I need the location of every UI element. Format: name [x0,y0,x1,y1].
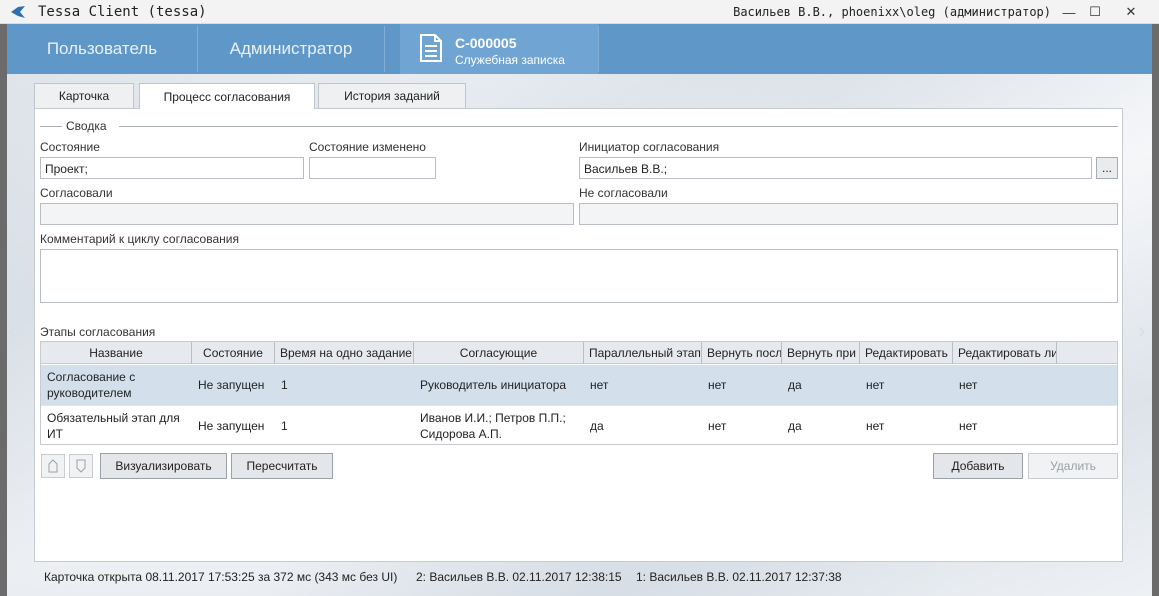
state-field[interactable]: Проект; [40,157,304,179]
cell-return-after: нет [708,378,727,392]
title-bar: Tessa Client (tessa) Васильев В.В., phoe… [0,0,1159,24]
state-label: Состояние [40,140,100,154]
column-header-time[interactable]: Время на одно задание [275,342,414,364]
move-up-icon [48,459,58,473]
delete-button[interactable]: Удалить [1028,453,1118,479]
column-header-return-on[interactable]: Вернуть при [782,342,860,364]
move-down-icon [76,459,86,473]
group-line [119,126,1118,127]
initiator-label: Инициатор согласования [579,140,720,154]
approved-label: Согласовали [40,186,113,200]
cell-approvers: Руководитель инициатора [420,378,567,392]
arrow-right-icon[interactable]: › [1138,318,1145,344]
state-changed-label: Состояние изменено [309,140,426,154]
top-navigation: Пользователь Администратор C-000005 Служ… [7,24,1152,74]
tab-approval-process[interactable]: Процесс согласования [139,83,315,109]
cell-parallel: да [590,419,604,433]
comment-label: Комментарий к циклу согласования [40,232,239,246]
stages-table: Название Состояние Время на одно задание… [40,341,1118,445]
workspace: Пользователь Администратор C-000005 Служ… [7,24,1152,596]
cell-time: 1 [281,419,288,433]
cell-edit: нет [866,419,885,433]
status-bar: Карточка открыта 08.11.2017 17:53:25 за … [7,563,1152,591]
nav-tab-document[interactable]: C-000005 Служебная записка [400,24,598,74]
cell-return-on: да [788,378,802,392]
window-title: Tessa Client (tessa) [38,4,207,20]
status-version-2[interactable]: 2: Васильев В.В. 02.11.2017 12:38:15 [416,570,622,584]
cell-edit-list: нет [959,419,978,433]
cell-edit: нет [866,378,885,392]
recalculate-button[interactable]: Пересчитать [231,453,333,479]
document-icon [420,34,442,62]
comment-textarea[interactable] [40,249,1118,303]
status-version-1[interactable]: 1: Васильев В.В. 02.11.2017 12:37:38 [636,570,842,584]
window-frame: Пользователь Администратор C-000005 Служ… [0,24,1159,596]
add-button[interactable]: Добавить [933,453,1023,479]
nav-tab-user[interactable]: Пользователь [7,24,197,74]
status-opened: Карточка открыта 08.11.2017 17:53:25 за … [44,570,398,584]
document-type: Служебная записка [455,53,565,67]
initiator-field[interactable]: Васильев В.В.; [579,157,1092,179]
move-down-button[interactable] [69,454,93,478]
approval-panel: Сводка Состояние Проект; Состояние измен… [34,108,1123,562]
state-changed-field[interactable] [309,157,436,179]
move-up-button[interactable] [41,454,65,478]
tab-card[interactable]: Карточка [34,83,134,108]
tessa-logo-icon [11,6,25,18]
not-approved-field[interactable] [579,203,1118,225]
column-header-name[interactable]: Название [41,342,192,364]
cell-edit-list: нет [959,378,978,392]
cell-state: Не запущен [198,378,265,392]
close-button[interactable]: ✕ [1117,0,1145,24]
cell-approvers: Иванов И.И.; Петров П.П.; Сидорова А.П. [420,411,566,441]
cell-state: Не запущен [198,419,265,433]
nav-divider [384,26,385,72]
column-header-approvers[interactable]: Согласующие [414,342,584,364]
column-header-return-after[interactable]: Вернуть после [702,342,782,364]
cell-time: 1 [281,378,288,392]
cell-return-on: да [788,419,802,433]
cell-parallel: нет [590,378,609,392]
tab-task-history[interactable]: История заданий [318,83,466,108]
cell-name: Согласование с руководителем [47,370,136,400]
initiator-select-button[interactable]: ... [1096,157,1118,179]
nav-divider [598,26,599,72]
user-info: Васильев В.В., phoenixx\oleg (администра… [733,5,1051,19]
column-header-state[interactable]: Состояние [192,342,275,364]
cell-return-after: нет [708,419,727,433]
group-line [40,126,62,127]
summary-group-label: Сводка [66,119,107,133]
visualize-button[interactable]: Визуализировать [100,453,227,479]
minimize-button[interactable]: — [1055,0,1083,24]
table-header: Название Состояние Время на одно задание… [41,342,1117,364]
column-header-edit[interactable]: Редактировать [860,342,953,364]
nav-tab-admin[interactable]: Администратор [198,24,384,74]
column-header-parallel[interactable]: Параллельный этап [584,342,702,364]
table-row[interactable]: Согласование с руководителем Не запущен … [41,365,1117,405]
maximize-button[interactable]: ☐ [1081,0,1109,24]
stages-label: Этапы согласования [40,325,156,339]
column-header-edit-list[interactable]: Редактировать лист [953,342,1057,364]
table-row[interactable]: Обязательный этап для ИТ Не запущен 1 Ив… [41,405,1117,445]
approved-field[interactable] [40,203,574,225]
document-number: C-000005 [455,35,517,51]
not-approved-label: Не согласовали [579,186,668,200]
arrow-left-icon[interactable]: ‹ [8,318,15,344]
cell-name: Обязательный этап для ИТ [47,411,180,441]
